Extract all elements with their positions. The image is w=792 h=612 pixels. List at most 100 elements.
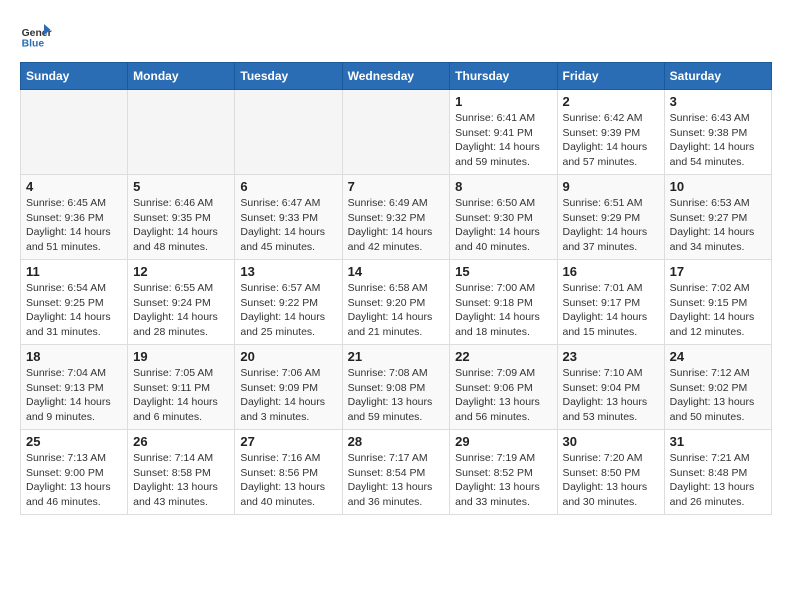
calendar-day-header: Friday	[557, 63, 664, 90]
calendar-week-row: 25 Sunrise: 7:13 AMSunset: 9:00 PMDayligh…	[21, 430, 772, 515]
day-info: Sunrise: 7:10 AMSunset: 9:04 PMDaylight:…	[563, 366, 659, 425]
day-number: 13	[240, 264, 336, 279]
day-number: 2	[563, 94, 659, 109]
calendar-cell: 24 Sunrise: 7:12 AMSunset: 9:02 PMDayligh…	[664, 345, 771, 430]
calendar-table: SundayMondayTuesdayWednesdayThursdayFrid…	[20, 62, 772, 515]
calendar-cell: 26 Sunrise: 7:14 AMSunset: 8:58 PMDayligh…	[128, 430, 235, 515]
day-info: Sunrise: 7:09 AMSunset: 9:06 PMDaylight:…	[455, 366, 551, 425]
day-info: Sunrise: 7:20 AMSunset: 8:50 PMDaylight:…	[563, 451, 659, 510]
calendar-cell: 27Sunrise: 7:16 AMSunset: 8:56 PMDayligh…	[235, 430, 342, 515]
day-number: 10	[670, 179, 766, 194]
calendar-header-row: SundayMondayTuesdayWednesdayThursdayFrid…	[21, 63, 772, 90]
day-info: Sunrise: 7:14 AMSunset: 8:58 PMDaylight:…	[133, 451, 229, 510]
day-number: 5	[133, 179, 229, 194]
calendar-cell: 18 Sunrise: 7:04 AMSunset: 9:13 PMDayligh…	[21, 345, 128, 430]
calendar-cell	[342, 90, 450, 175]
calendar-cell: 11 Sunrise: 6:54 AMSunset: 9:25 PMDayligh…	[21, 260, 128, 345]
day-info: Sunrise: 6:53 AMSunset: 9:27 PMDaylight:…	[670, 196, 766, 255]
day-info: Sunrise: 7:08 AMSunset: 9:08 PMDaylight:…	[348, 366, 445, 425]
calendar-week-row: 11 Sunrise: 6:54 AMSunset: 9:25 PMDayligh…	[21, 260, 772, 345]
calendar-cell: 6 Sunrise: 6:47 AMSunset: 9:33 PMDaylight…	[235, 175, 342, 260]
day-info: Sunrise: 6:42 AMSunset: 9:39 PMDaylight:…	[563, 111, 659, 170]
day-info: Sunrise: 6:55 AMSunset: 9:24 PMDaylight:…	[133, 281, 229, 340]
day-number: 28	[348, 434, 445, 449]
day-number: 20	[240, 349, 336, 364]
day-number: 3	[670, 94, 766, 109]
calendar-cell	[21, 90, 128, 175]
day-info: Sunrise: 7:06 AMSunset: 9:09 PMDaylight:…	[240, 366, 336, 425]
day-number: 12	[133, 264, 229, 279]
day-info: Sunrise: 6:41 AMSunset: 9:41 PMDaylight:…	[455, 111, 551, 170]
day-info: Sunrise: 7:16 AMSunset: 8:56 PMDaylight:…	[240, 451, 336, 510]
day-info: Sunrise: 6:58 AMSunset: 9:20 PMDaylight:…	[348, 281, 445, 340]
day-number: 23	[563, 349, 659, 364]
calendar-cell: 16Sunrise: 7:01 AMSunset: 9:17 PMDayligh…	[557, 260, 664, 345]
day-info: Sunrise: 6:51 AMSunset: 9:29 PMDaylight:…	[563, 196, 659, 255]
calendar-cell: 10 Sunrise: 6:53 AMSunset: 9:27 PMDayligh…	[664, 175, 771, 260]
day-info: Sunrise: 6:49 AMSunset: 9:32 PMDaylight:…	[348, 196, 445, 255]
day-number: 17	[670, 264, 766, 279]
calendar-cell: 4 Sunrise: 6:45 AMSunset: 9:36 PMDaylight…	[21, 175, 128, 260]
calendar-day-header: Sunday	[21, 63, 128, 90]
logo: General Blue	[20, 20, 52, 52]
calendar-cell: 2 Sunrise: 6:42 AMSunset: 9:39 PMDaylight…	[557, 90, 664, 175]
calendar-week-row: 1 Sunrise: 6:41 AMSunset: 9:41 PMDaylight…	[21, 90, 772, 175]
day-number: 4	[26, 179, 122, 194]
calendar-day-header: Tuesday	[235, 63, 342, 90]
day-number: 22	[455, 349, 551, 364]
day-info: Sunrise: 7:04 AMSunset: 9:13 PMDaylight:…	[26, 366, 122, 425]
calendar-cell: 15Sunrise: 7:00 AMSunset: 9:18 PMDayligh…	[450, 260, 557, 345]
day-info: Sunrise: 7:05 AMSunset: 9:11 PMDaylight:…	[133, 366, 229, 425]
day-info: Sunrise: 6:54 AMSunset: 9:25 PMDaylight:…	[26, 281, 122, 340]
calendar-cell: 21 Sunrise: 7:08 AMSunset: 9:08 PMDayligh…	[342, 345, 450, 430]
day-number: 7	[348, 179, 445, 194]
day-number: 15	[455, 264, 551, 279]
day-info: Sunrise: 7:19 AMSunset: 8:52 PMDaylight:…	[455, 451, 551, 510]
day-info: Sunrise: 6:46 AMSunset: 9:35 PMDaylight:…	[133, 196, 229, 255]
day-number: 14	[348, 264, 445, 279]
calendar-day-header: Monday	[128, 63, 235, 90]
calendar-cell: 30 Sunrise: 7:20 AMSunset: 8:50 PMDayligh…	[557, 430, 664, 515]
calendar-cell: 8 Sunrise: 6:50 AMSunset: 9:30 PMDaylight…	[450, 175, 557, 260]
day-info: Sunrise: 6:47 AMSunset: 9:33 PMDaylight:…	[240, 196, 336, 255]
day-number: 29	[455, 434, 551, 449]
calendar-cell: 7 Sunrise: 6:49 AMSunset: 9:32 PMDaylight…	[342, 175, 450, 260]
logo-icon: General Blue	[20, 20, 52, 52]
day-number: 21	[348, 349, 445, 364]
calendar-week-row: 4 Sunrise: 6:45 AMSunset: 9:36 PMDaylight…	[21, 175, 772, 260]
day-number: 1	[455, 94, 551, 109]
day-number: 30	[563, 434, 659, 449]
day-info: Sunrise: 7:01 AMSunset: 9:17 PMDaylight:…	[563, 281, 659, 340]
calendar-cell: 19Sunrise: 7:05 AMSunset: 9:11 PMDayligh…	[128, 345, 235, 430]
calendar-cell: 17 Sunrise: 7:02 AMSunset: 9:15 PMDayligh…	[664, 260, 771, 345]
day-info: Sunrise: 6:45 AMSunset: 9:36 PMDaylight:…	[26, 196, 122, 255]
day-info: Sunrise: 7:13 AMSunset: 9:00 PMDaylight:…	[26, 451, 122, 510]
calendar-day-header: Thursday	[450, 63, 557, 90]
day-number: 11	[26, 264, 122, 279]
day-number: 24	[670, 349, 766, 364]
day-info: Sunrise: 6:50 AMSunset: 9:30 PMDaylight:…	[455, 196, 551, 255]
calendar-cell: 31Sunrise: 7:21 AMSunset: 8:48 PMDayligh…	[664, 430, 771, 515]
day-number: 18	[26, 349, 122, 364]
day-number: 6	[240, 179, 336, 194]
calendar-cell: 5 Sunrise: 6:46 AMSunset: 9:35 PMDaylight…	[128, 175, 235, 260]
day-number: 26	[133, 434, 229, 449]
calendar-cell: 22 Sunrise: 7:09 AMSunset: 9:06 PMDayligh…	[450, 345, 557, 430]
calendar-cell: 28Sunrise: 7:17 AMSunset: 8:54 PMDayligh…	[342, 430, 450, 515]
calendar-week-row: 18 Sunrise: 7:04 AMSunset: 9:13 PMDayligh…	[21, 345, 772, 430]
calendar-cell: 20 Sunrise: 7:06 AMSunset: 9:09 PMDayligh…	[235, 345, 342, 430]
calendar-cell: 23 Sunrise: 7:10 AMSunset: 9:04 PMDayligh…	[557, 345, 664, 430]
calendar-cell: 25 Sunrise: 7:13 AMSunset: 9:00 PMDayligh…	[21, 430, 128, 515]
day-info: Sunrise: 7:02 AMSunset: 9:15 PMDaylight:…	[670, 281, 766, 340]
day-info: Sunrise: 7:21 AMSunset: 8:48 PMDaylight:…	[670, 451, 766, 510]
calendar-cell: 9Sunrise: 6:51 AMSunset: 9:29 PMDaylight…	[557, 175, 664, 260]
calendar-cell: 1 Sunrise: 6:41 AMSunset: 9:41 PMDaylight…	[450, 90, 557, 175]
calendar-cell: 3Sunrise: 6:43 AMSunset: 9:38 PMDaylight…	[664, 90, 771, 175]
calendar-day-header: Wednesday	[342, 63, 450, 90]
day-number: 8	[455, 179, 551, 194]
day-info: Sunrise: 7:12 AMSunset: 9:02 PMDaylight:…	[670, 366, 766, 425]
calendar-day-header: Saturday	[664, 63, 771, 90]
day-number: 25	[26, 434, 122, 449]
calendar-cell: 14 Sunrise: 6:58 AMSunset: 9:20 PMDayligh…	[342, 260, 450, 345]
calendar-cell	[235, 90, 342, 175]
